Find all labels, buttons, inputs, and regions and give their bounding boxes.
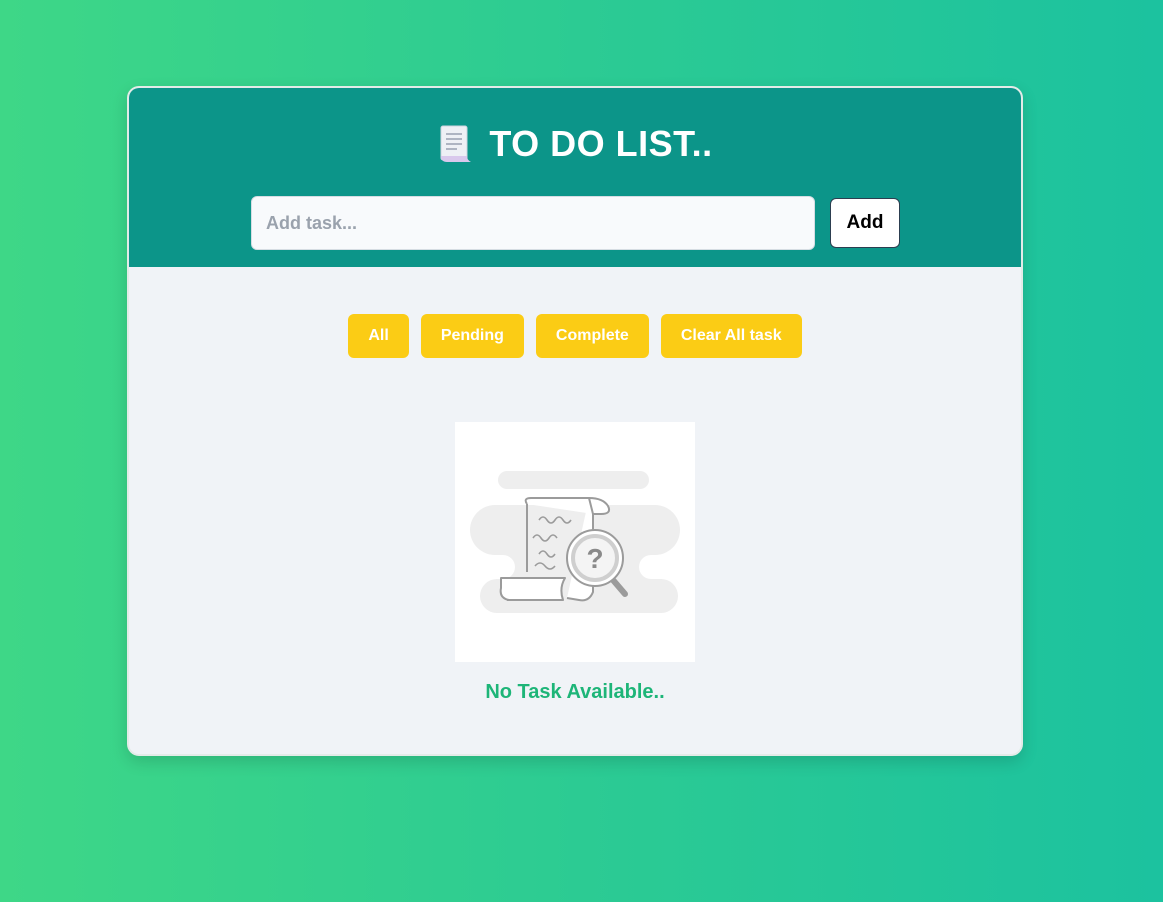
- task-input[interactable]: [251, 196, 815, 250]
- todo-card: TO DO LIST.. Add All Pending Complete Cl…: [127, 86, 1023, 756]
- filter-all-button[interactable]: All: [348, 314, 409, 358]
- add-task-button[interactable]: Add: [830, 198, 900, 248]
- empty-search-illustration: ?: [455, 422, 695, 662]
- filter-bar: All Pending Complete Clear All task: [129, 314, 1021, 358]
- svg-text:?: ?: [586, 543, 603, 574]
- title-row: TO DO LIST..: [129, 122, 1021, 166]
- empty-state-message: No Task Available..: [485, 681, 665, 703]
- todo-header: TO DO LIST.. Add: [129, 88, 1021, 267]
- filter-pending-button[interactable]: Pending: [420, 314, 524, 358]
- clear-all-tasks-button[interactable]: Clear All task: [660, 314, 802, 358]
- document-icon: [437, 124, 473, 164]
- page-title: TO DO LIST..: [489, 123, 713, 164]
- filter-complete-button[interactable]: Complete: [535, 314, 649, 358]
